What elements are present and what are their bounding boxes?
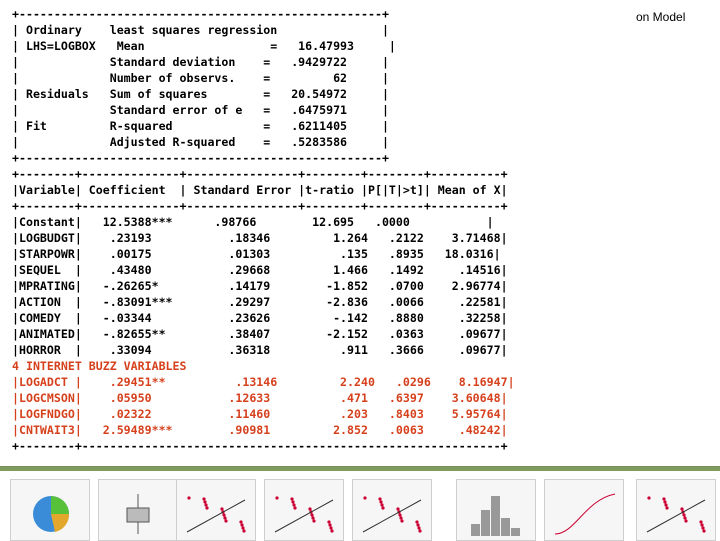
output-line: |LOGBUDGT| .23193 .18346 1.264 .2122 3.7… xyxy=(12,231,508,245)
thumbnail-scatter-plot-icon xyxy=(176,479,256,541)
thumbnail-cumulative-curve-icon xyxy=(544,479,624,541)
scatter-plot-icon xyxy=(362,496,422,533)
output-line: |SEQUEL | .43480 .29668 1.466 .1492 .145… xyxy=(12,263,508,277)
regression-output-console: +---------------------------------------… xyxy=(12,6,515,454)
thumbnail-box-plot-icon xyxy=(98,479,178,541)
output-line: |COMEDY | -.03344 .23626 -.142 .8880 .32… xyxy=(12,311,508,325)
scatter-plot-icon xyxy=(186,496,246,533)
output-line: |ANIMATED| -.82655** .38407 -2.152 .0363… xyxy=(12,327,508,341)
output-line: | LHS=LOGBOX Mean = 16.47993 | xyxy=(12,39,396,53)
strip-accent-bar xyxy=(0,467,720,471)
thumbnail-histogram-icon xyxy=(456,479,536,541)
corner-title: on Model xyxy=(636,10,686,24)
output-line: |LOGADCT | .29451** .13146 2.240 .0296 8… xyxy=(12,375,515,389)
output-line: +---------------------------------------… xyxy=(12,7,389,21)
scatter-histogram-icon xyxy=(646,496,706,533)
output-line: |STARPOWR| .00175 .01303 .135 .8935 18.0… xyxy=(12,247,501,261)
cumulative-curve-icon xyxy=(554,493,616,535)
output-line: |HORROR | .33094 .36318 .911 .3666 .0967… xyxy=(12,343,508,357)
output-line: |LOGFNDGO| .02322 .11460 .203 .8403 5.95… xyxy=(12,407,508,421)
output-line: | Ordinary least squares regression | xyxy=(12,23,389,37)
thumbnail-probability-plot-icon xyxy=(264,479,344,541)
output-line: +---------------------------------------… xyxy=(12,151,389,165)
histogram-icon xyxy=(471,496,520,536)
output-line: | Fit R-squared = .6211405 | xyxy=(12,119,389,133)
output-line: |ACTION | -.83091*** .29297 -2.836 .0066… xyxy=(12,295,508,309)
thumbnail-strip xyxy=(0,466,720,541)
output-line: |Variable| Coefficient | Standard Error … xyxy=(12,183,508,197)
output-line: +--------+------------------------------… xyxy=(12,439,508,453)
pie-chart-icon xyxy=(33,496,70,532)
thumbnail-pie-chart-icon xyxy=(10,479,90,541)
output-line: |CNTWAIT3| 2.59489*** .90981 2.852 .0063… xyxy=(12,423,508,437)
probability-plot-icon xyxy=(274,496,334,533)
box-plot-icon xyxy=(126,494,150,534)
output-line: +--------+--------------+---------------… xyxy=(12,199,508,213)
output-line: | Number of observs. = 62 | xyxy=(12,71,389,85)
output-line: |LOGCMSON| .05950 .12633 .471 .6397 3.60… xyxy=(12,391,508,405)
output-line: |MPRATING| -.26265* .14179 -1.852 .0700 … xyxy=(12,279,508,293)
output-line: | Adjusted R-squared = .5283586 | xyxy=(12,135,389,149)
output-line: | Standard deviation = .9429722 | xyxy=(12,55,389,69)
thumbnail-scatter-histogram-icon xyxy=(636,479,716,541)
output-line: | Residuals Sum of squares = 20.54972 | xyxy=(12,87,389,101)
output-line: |Constant| 12.5388*** .98766 12.695 .000… xyxy=(12,215,494,229)
output-line: | Standard error of e = .6475971 | xyxy=(12,103,389,117)
output-line: 4 INTERNET BUZZ VARIABLES xyxy=(12,359,187,373)
output-line: +--------+--------------+---------------… xyxy=(12,167,508,181)
thumbnail-scatter-plot-icon xyxy=(352,479,432,541)
